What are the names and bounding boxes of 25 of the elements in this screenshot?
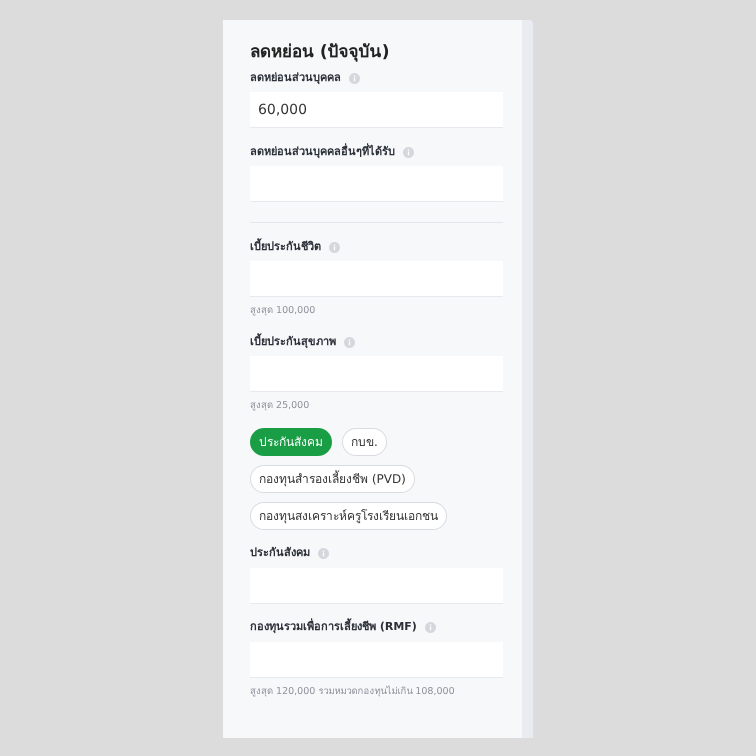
hint-text: สูงสุด 25,000 [250,399,310,414]
filter-chip[interactable]: กบข. [342,428,387,456]
info-icon[interactable] [349,72,360,84]
input-field[interactable]: 60,000 [250,92,503,128]
hint-text: สูงสุด 120,000 รวมหมวดกองทุนไม่เกิน 108,000 [250,684,456,698]
field-label: ลดหย่อนส่วนบุคคลอื่นๆที่ได้รับ [250,144,395,160]
field-label: เบี้ยประกันชีวิต [250,238,321,255]
filter-chip[interactable]: กองทุนสำรองเลี้ยงชีพ (PVD) [250,464,415,492]
field-label: กองทุนรวมเพื่อการเลี้ยงชีพ (RMF) [250,619,417,636]
hint-text: สูงสุด 100,000 [250,304,316,318]
input-field[interactable] [250,356,503,392]
field-label: ประกันสังคม [250,545,310,562]
field-label: เบี้ยประกันสุขภาพ [250,334,336,350]
input-field[interactable] [250,166,503,202]
info-icon[interactable] [329,242,340,252]
section-title: ลดหย่อน (ปัจจุบัน) [250,41,390,64]
input-field[interactable] [250,261,503,297]
info-icon[interactable] [318,548,329,559]
info-icon[interactable] [344,336,355,348]
filter-chip[interactable]: กองทุนสงเคราะห์ครูโรงเรียนเอกชน [250,502,447,530]
info-icon[interactable] [403,146,414,158]
field-label: ลดหย่อนส่วนบุคคล [250,70,341,86]
info-icon[interactable] [424,622,436,633]
input-field[interactable] [250,642,503,678]
input-field[interactable] [250,568,503,604]
